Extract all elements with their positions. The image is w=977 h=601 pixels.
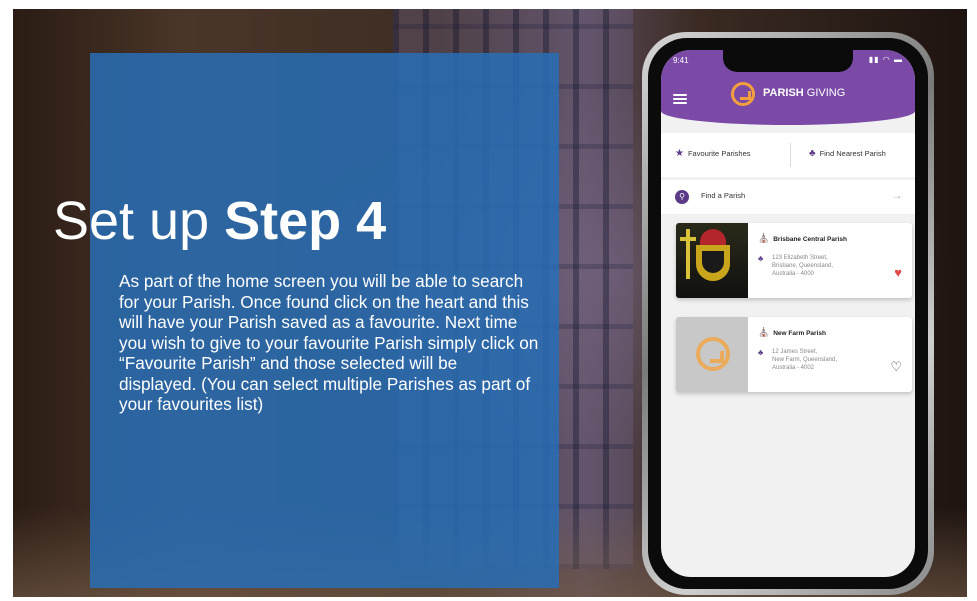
parish-card[interactable]: ⛪ New Farm Parish ♣ 12 James Street, New … (676, 317, 912, 392)
tab-label: Favourite Parishes (687, 149, 751, 158)
phone-notch (723, 50, 853, 72)
search-icon: ⚲ (675, 190, 689, 204)
parish-name-text: Brisbane Central Parish (773, 236, 847, 243)
address-line: 123 Elizabeth Street, (772, 255, 828, 261)
brand-light: GIVING (803, 87, 846, 99)
app-header: 9:41 ▮▮ ◠ ▬ PARISH GIVING (661, 50, 915, 125)
phone-bezel: 9:41 ▮▮ ◠ ▬ PARISH GIVING ★ Favourite Par… (648, 38, 928, 589)
parish-giving-logo-icon (696, 337, 730, 371)
slide-body-text: As part of the home screen you will be a… (119, 271, 539, 414)
address-line: Australia - 4000 (772, 271, 815, 277)
crest-shield (696, 245, 730, 281)
address-line: Australia - 4002 (772, 365, 815, 371)
parish-name: ⛪ New Farm Parish (758, 327, 826, 338)
parish-logo-image (676, 317, 748, 392)
parish-name-text: New Farm Parish (773, 330, 826, 337)
star-icon: ★ (675, 148, 684, 159)
favourite-heart-filled-icon[interactable]: ♥ (894, 265, 902, 280)
tab-favourite-parishes[interactable]: ★ Favourite Parishes (675, 148, 751, 159)
address-line: 12 James Street, (772, 349, 818, 355)
app-brand: PARISH GIVING (763, 87, 845, 99)
church-icon: ⛪ (758, 233, 770, 243)
address-line: Brisbane, Queensland, (772, 263, 834, 269)
status-time: 9:41 (673, 56, 689, 65)
parish-name: ⛪ Brisbane Central Parish (758, 233, 847, 244)
parish-card[interactable]: ⛪ Brisbane Central Parish ♣ 123 Elizabeth… (676, 223, 912, 298)
parish-crest-image (676, 223, 748, 298)
tab-label: Find Nearest Parish (819, 149, 886, 158)
phone-mockup: 9:41 ▮▮ ◠ ▬ PARISH GIVING ★ Favourite Par… (642, 32, 934, 595)
arrow-right-icon[interactable]: → (891, 188, 903, 202)
address-line: New Farm, Queensland, (772, 357, 838, 363)
people-icon: ♣ (809, 148, 816, 159)
title-prefix: Set up (53, 191, 210, 251)
tab-bar: ★ Favourite Parishes ♣ Find Nearest Parish (661, 133, 915, 177)
crest-cross-bar (680, 237, 696, 241)
location-icon: ♣ (758, 254, 764, 263)
hamburger-menu-icon[interactable] (673, 94, 687, 104)
parish-giving-logo-icon (731, 82, 755, 106)
location-icon: ♣ (758, 348, 764, 357)
church-icon: ⛪ (758, 327, 770, 337)
tab-find-nearest-parish[interactable]: ♣ Find Nearest Parish (809, 148, 886, 159)
parish-address: ♣ 12 James Street, New Farm, Queensland,… (758, 348, 868, 372)
status-icons: ▮▮ ◠ ▬ (868, 55, 903, 64)
brand-bold: PARISH (763, 87, 804, 99)
slide-title: Set up Step 4 (53, 190, 386, 252)
find-parish-search[interactable]: ⚲ Find a Parish → (661, 180, 915, 214)
favourite-heart-outline-icon[interactable]: ♡ (890, 359, 902, 375)
phone-screen: 9:41 ▮▮ ◠ ▬ PARISH GIVING ★ Favourite Par… (661, 50, 915, 577)
tab-divider (790, 143, 791, 167)
parish-address: ♣ 123 Elizabeth Street, Brisbane, Queens… (758, 254, 868, 278)
title-step: Step 4 (224, 191, 387, 251)
search-label: Find a Parish (701, 191, 746, 200)
